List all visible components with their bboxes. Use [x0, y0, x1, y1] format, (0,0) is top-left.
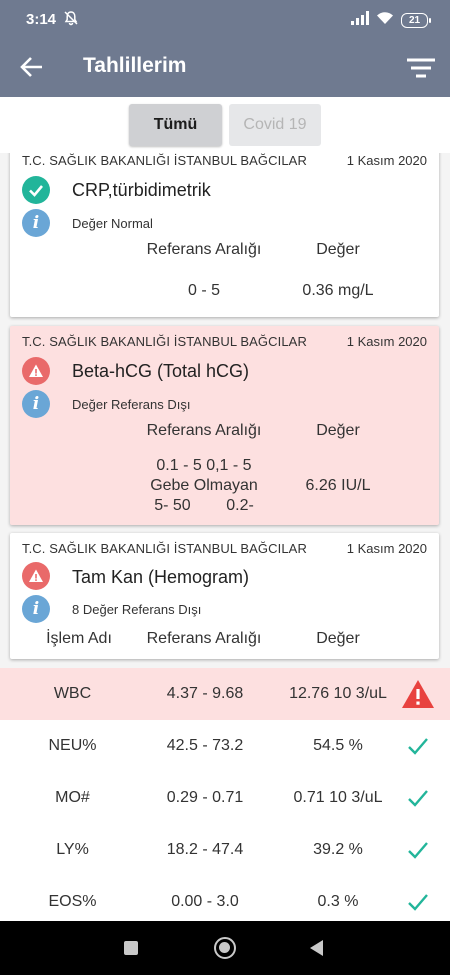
result-summary: 8 Değer Referans Dışı [72, 602, 202, 617]
result-date: 1 Kasım 2020 [346, 334, 427, 349]
filter-icon[interactable] [406, 53, 436, 83]
system-navigation-bar [0, 921, 450, 975]
table-row-ly-percent[interactable]: LY% 18.2 - 47.4 39.2 % [0, 824, 450, 876]
column-header-reference: Referans Aralığı [146, 422, 262, 439]
hospital-name: T.C. SAĞLIK BAKANLIĞI İSTANBUL BAĞCILAR [22, 541, 307, 556]
column-header-value: Değer [316, 630, 360, 647]
reference-range: 0 - 5 [187, 282, 220, 299]
result-card-beta-hcg[interactable]: T.C. SAĞLIK BAKANLIĞI İSTANBUL BAĞCILAR … [10, 326, 439, 525]
result-card-hemogram[interactable]: T.C. SAĞLIK BAKANLIĞI İSTANBUL BAĞCILAR … [10, 533, 439, 659]
test-name: Tam Kan (Hemogram) [72, 567, 250, 587]
results-list[interactable]: T.C. SAĞLIK BAKANLIĞI İSTANBUL BAĞCILAR … [0, 153, 450, 921]
reference-range-line-3: 5- 50 0.2- [154, 497, 254, 514]
test-name: Beta-hCG (Total hCG) [72, 361, 250, 381]
system-back-icon[interactable] [310, 940, 323, 956]
status-time: 3:14 [26, 11, 57, 28]
warning-icon [22, 357, 50, 385]
page-title: Tahlillerim [83, 54, 187, 77]
result-date: 1 Kasım 2020 [346, 541, 427, 556]
info-icon[interactable]: i [22, 390, 50, 418]
table-row-wbc[interactable]: WBC 4.37 - 9.68 12.76 10 3/uL [0, 668, 450, 720]
result-value: 0.36 mg/L [302, 282, 374, 299]
test-item-reference: 0.00 - 3.0 [171, 893, 239, 910]
column-header-value: Değer [316, 422, 360, 439]
result-summary: Değer Normal [72, 216, 153, 231]
app-bar: Tahlillerim [0, 38, 450, 97]
result-date: 1 Kasım 2020 [346, 153, 427, 168]
info-icon[interactable]: i [22, 209, 50, 237]
column-header-reference: Referans Aralığı [146, 241, 262, 258]
tab-covid-19[interactable]: Covid 19 [229, 104, 321, 146]
reference-range-line-1: 0.1 - 5 0,1 - 5 [156, 457, 252, 474]
test-item-reference: 42.5 - 73.2 [166, 737, 244, 754]
test-item-name: NEU% [48, 737, 97, 754]
test-item-name: WBC [53, 685, 92, 702]
table-row-eos-percent[interactable]: EOS% 0.00 - 3.0 0.3 % [0, 876, 450, 921]
test-item-value: 54.5 % [313, 737, 363, 754]
column-header-value: Değer [316, 241, 360, 258]
back-arrow-icon[interactable] [18, 53, 48, 83]
test-name: CRP,türbidimetrik [72, 180, 211, 200]
hospital-name: T.C. SAĞLIK BAKANLIĞI İSTANBUL BAĞCILAR [22, 334, 307, 349]
battery-icon: 21 [401, 13, 431, 28]
test-item-reference: 4.37 - 9.68 [166, 685, 244, 702]
status-bar: 3:14 21 [0, 0, 450, 38]
test-item-name: LY% [56, 841, 89, 858]
test-item-value: 0.3 % [317, 893, 359, 910]
result-value: 6.26 IU/L [305, 477, 371, 494]
test-item-reference: 0.29 - 0.71 [166, 789, 244, 806]
filter-tabs: Tümü Covid 19 [0, 97, 450, 153]
signal-icon [351, 11, 369, 30]
test-item-name: EOS% [48, 893, 97, 910]
reference-range-line-2: Gebe Olmayan [150, 477, 258, 494]
check-icon [395, 824, 441, 876]
wifi-icon [376, 11, 394, 30]
check-icon [395, 720, 441, 772]
warning-icon [22, 562, 50, 590]
table-row-mo-count[interactable]: MO# 0.29 - 0.71 0.71 10 3/uL [0, 772, 450, 824]
test-item-value: 39.2 % [313, 841, 363, 858]
check-icon [395, 772, 441, 824]
tab-all[interactable]: Tümü [129, 104, 222, 146]
test-item-name: MO# [55, 789, 90, 806]
warning-triangle-icon [395, 668, 441, 720]
check-icon [395, 876, 441, 921]
bell-muted-icon [63, 10, 79, 31]
check-circle-icon [22, 176, 50, 204]
home-icon[interactable] [214, 937, 236, 959]
test-item-value: 0.71 10 3/uL [293, 789, 383, 806]
table-row-neu-percent[interactable]: NEU% 42.5 - 73.2 54.5 % [0, 720, 450, 772]
result-summary: Değer Referans Dışı [72, 397, 191, 412]
hospital-name: T.C. SAĞLIK BAKANLIĞI İSTANBUL BAĞCILAR [22, 153, 307, 168]
column-header-reference: Referans Aralığı [146, 630, 262, 647]
info-icon[interactable]: i [22, 595, 50, 623]
test-item-reference: 18.2 - 47.4 [166, 841, 244, 858]
test-item-value: 12.76 10 3/uL [289, 685, 387, 702]
recent-apps-icon[interactable] [124, 941, 138, 955]
result-card-crp[interactable]: T.C. SAĞLIK BAKANLIĞI İSTANBUL BAĞCILAR … [10, 153, 439, 317]
battery-level: 21 [408, 15, 421, 26]
